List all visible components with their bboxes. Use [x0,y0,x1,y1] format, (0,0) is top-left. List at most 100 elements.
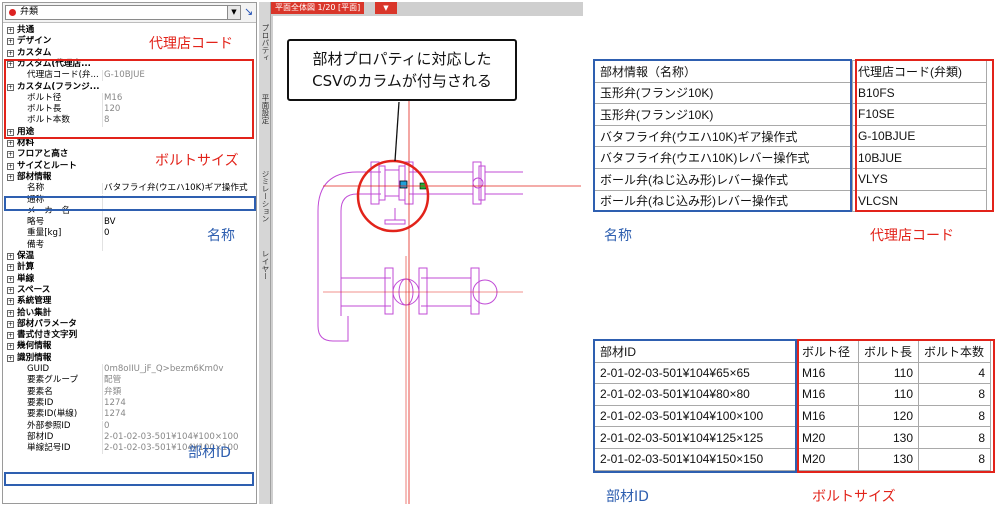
expand-toggle-icon[interactable]: + [7,49,14,57]
property-category[interactable]: + 材料 [3,138,256,149]
property-category[interactable]: + 拾い集計 [3,308,256,319]
property-column-divider [102,420,103,432]
expand-toggle-icon[interactable]: + [7,309,14,317]
property-column-divider [102,409,103,421]
property-panel-header: 弁類 ▼ ↘ [3,3,256,23]
expand-toggle-icon[interactable]: + [7,38,14,46]
chevron-down-icon[interactable]: ▼ [227,6,240,19]
callout-line-1: 部材プロパティに対応した [312,50,492,68]
property-category-label: 計算 [17,262,35,273]
property-category[interactable]: + 書式付き文字列 [3,330,256,341]
property-row[interactable]: 外部参照ID 0 [3,420,256,432]
property-column-divider [102,443,103,455]
property-category[interactable]: + 識別情報 [3,353,256,364]
property-category-label: フロアと高さ [17,149,69,160]
expand-toggle-icon[interactable]: + [7,332,14,340]
property-value: 配管 [104,375,122,386]
property-column-divider [102,228,103,240]
property-column-divider [102,217,103,229]
expand-toggle-icon[interactable]: + [7,253,14,260]
expand-toggle-icon[interactable]: + [7,173,14,181]
property-value: 1274 [104,409,126,420]
expand-toggle-icon[interactable]: + [7,162,14,170]
tab-plan-settings[interactable]: 平面設定 [260,94,270,124]
property-value: 0 [104,420,110,431]
property-category-label: 部材情報 [17,171,52,182]
view-title-tab[interactable]: 平面全体図 1/20 [平面] [271,2,365,14]
property-label: GUID [27,364,50,374]
selected-grip-blue [399,180,408,189]
name-column-highlight-box [593,59,852,212]
property-label: 要素グループ [27,375,79,386]
expand-toggle-icon[interactable]: + [7,151,14,159]
property-category-label: スペース [17,284,51,295]
property-value[interactable]: BV [104,217,116,228]
agency-code-column-highlight-box [855,59,994,212]
property-label: 備考 [27,239,45,250]
agency-code-highlight-box [4,59,254,139]
property-category-label: サイズとルート [17,160,77,171]
property-category-label: 識別情報 [17,352,52,363]
property-column-divider [102,183,103,195]
cad-side-tabs: プロパティ 平面設定 ジミレーション レイヤー [259,2,271,504]
property-category-label: 系統管理 [17,296,52,307]
expand-toggle-icon[interactable]: + [7,320,14,328]
element-type-select[interactable]: 弁類 ▼ [5,5,241,20]
property-category-label: 単線 [17,273,35,284]
property-row[interactable]: 要素名 弁類 [3,386,256,398]
property-category-label: カスタム [17,47,52,58]
property-column-divider [102,397,103,410]
property-value: 弁類 [104,386,122,397]
property-column-divider [102,386,103,398]
property-label: 要素名 [27,386,53,397]
property-column-divider [102,375,103,387]
property-label: 要素ID(単線) [27,409,78,420]
name-annotation: 名称 [207,228,235,244]
property-label: 略号 [27,217,45,228]
expand-toggle-icon[interactable]: + [7,343,14,351]
element-type-select-value: 弁類 [20,7,39,17]
property-value[interactable]: バタフライ弁(ウエハ10K)ギア操作式 [104,183,248,194]
property-label: 外部参照ID [27,420,71,431]
bolt-size-annotation: ボルトサイズ [155,153,239,169]
property-row[interactable]: GUID 0m8oIIU_jF_Q>bezm6Km0v [3,364,256,376]
property-category-label: 共通 [17,25,35,35]
property-label: 単線記号ID [27,443,71,454]
property-row[interactable]: 要素ID(単線) 1274 [3,409,256,421]
property-value: 1274 [104,397,126,408]
tab-properties[interactable]: プロパティ [260,24,270,62]
expand-toggle-icon[interactable]: + [7,298,14,306]
view-menu-chevron-icon[interactable]: ▼ [375,2,397,14]
property-value[interactable]: 0 [104,228,109,239]
property-category-label: デザイン [17,36,52,47]
element-type-dot-icon [9,9,16,16]
pipe-elbow [317,171,358,326]
tab-layers[interactable]: レイヤー [260,250,270,280]
pin-icon[interactable]: ↘ [244,6,254,18]
expand-toggle-icon[interactable]: + [7,27,14,34]
property-category[interactable]: + 計算 [3,262,256,273]
property-label: 重量[kg] [27,228,62,239]
property-category[interactable]: + 幾何情報 [3,341,256,352]
property-category-label: 部材パラメータ [17,318,77,329]
expand-toggle-icon[interactable]: + [7,140,14,147]
property-category-label: 書式付き文字列 [17,330,78,341]
property-category[interactable]: + スペース [3,285,256,296]
property-category[interactable]: + 系統管理 [3,296,256,307]
property-category-label: 幾何情報 [17,341,52,352]
tab-simulation[interactable]: ジミレーション [260,170,270,223]
expand-toggle-icon[interactable]: + [7,275,14,283]
property-row[interactable]: 要素グループ 配管 [3,375,256,387]
pipe-upper [357,171,523,195]
expand-toggle-icon[interactable]: + [7,354,14,362]
property-category[interactable]: + 単線 [3,274,256,285]
property-row[interactable]: 要素ID 1274 [3,397,256,410]
property-row[interactable]: 名称 バタフライ弁(ウエハ10K)ギア操作式 [3,183,256,195]
property-category[interactable]: + 部材パラメータ [3,319,256,330]
part-id-annotation: 部材ID [188,445,231,461]
expand-toggle-icon[interactable]: + [7,264,14,272]
callout-box: 部材プロパティに対応した CSVのカラムが付与される [287,39,517,101]
expand-toggle-icon[interactable]: + [7,286,14,294]
property-category[interactable]: + 保温 [3,251,256,262]
property-category[interactable]: + 部材情報 [3,172,256,183]
